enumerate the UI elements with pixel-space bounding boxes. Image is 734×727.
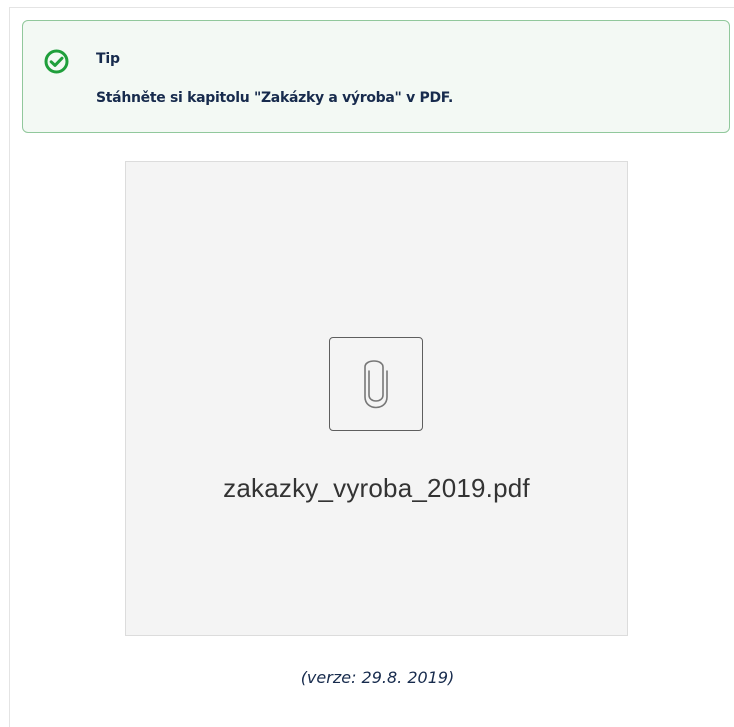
tip-title: Tip: [96, 51, 120, 67]
tip-text: Stáhněte si kapitolu "Zakázky a výroba" …: [96, 90, 453, 106]
version-note: (verze: 29.8. 2019): [300, 668, 455, 687]
attachment-filename[interactable]: zakazky_vyroba_2019.pdf: [126, 473, 627, 504]
paperclip-icon: [364, 360, 388, 409]
tip-panel: Tip Stáhněte si kapitolu "Zakázky a výro…: [22, 20, 730, 133]
attachment-preview-card[interactable]: zakazky_vyroba_2019.pdf: [125, 161, 628, 636]
check-circle-icon: [44, 49, 69, 74]
attachment-icon-box: [329, 337, 423, 431]
